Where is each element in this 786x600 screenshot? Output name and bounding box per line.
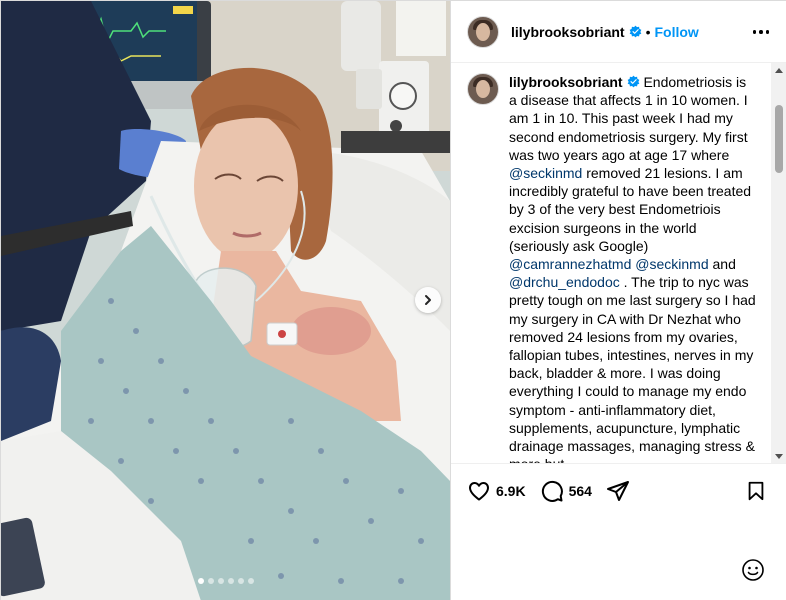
mention-link[interactable]: @seckinmd [635, 256, 708, 272]
caption-author-avatar[interactable] [467, 73, 499, 105]
carousel-dot [217, 578, 224, 584]
caption-body: . The trip to nyc was pretty tough on me… [509, 274, 756, 463]
carousel-dot [197, 578, 204, 584]
post-media[interactable] [1, 1, 450, 600]
follow-button[interactable]: Follow [654, 24, 698, 40]
comment-count[interactable]: 564 [569, 483, 592, 499]
post-header: lilybrooksobriant • Follow [451, 1, 786, 63]
verified-badge-icon [627, 75, 639, 88]
caption-body: and [708, 256, 736, 273]
caption-text: lilybrooksobriant Endometriosis is a dis… [509, 73, 757, 463]
carousel-dot [227, 578, 234, 584]
comment-icon [541, 480, 563, 502]
comment-button[interactable]: 564 [540, 479, 606, 503]
chevron-right-icon [425, 295, 431, 305]
next-slide-button[interactable] [415, 287, 441, 313]
scroll-down-arrow[interactable] [775, 454, 783, 459]
emoji-picker-button[interactable] [741, 558, 765, 587]
verified-badge-icon [629, 25, 641, 38]
mention-link[interactable]: @seckinmd [509, 165, 582, 181]
mention-link[interactable]: @drchu_endodoc [509, 274, 620, 290]
post-dialog: lilybrooksobriant • Follow lilybrooksobr… [0, 0, 786, 600]
carousel-dot [237, 578, 244, 584]
heart-icon [469, 482, 489, 501]
caption-username[interactable]: lilybrooksobriant [509, 74, 623, 90]
emoji-icon [742, 559, 764, 581]
author-username[interactable]: lilybrooksobriant [511, 24, 625, 40]
post-photo [1, 1, 450, 600]
post-caption: lilybrooksobriant Endometriosis is a dis… [467, 73, 757, 463]
share-icon [606, 481, 629, 501]
like-button[interactable]: 6.9K [467, 479, 540, 503]
mention-link[interactable]: @camrannezhatmd [509, 256, 631, 272]
carousel-dot [247, 578, 254, 584]
save-button[interactable] [745, 480, 767, 507]
scroll-thumb[interactable] [775, 105, 783, 173]
post-actions: 6.9K 564 [451, 465, 786, 517]
header-separator: • [645, 23, 651, 40]
carousel-dot [207, 578, 214, 584]
bookmark-icon [748, 481, 764, 501]
share-button[interactable] [606, 479, 630, 503]
post-side-panel: lilybrooksobriant • Follow lilybrooksobr… [450, 1, 786, 600]
carousel-indicator [1, 578, 450, 584]
like-count[interactable]: 6.9K [496, 483, 526, 499]
scroll-up-arrow[interactable] [775, 68, 783, 73]
more-options-icon[interactable] [749, 22, 773, 42]
comments-scroll-area[interactable]: lilybrooksobriant Endometriosis is a dis… [451, 63, 786, 464]
scrollbar[interactable] [771, 63, 786, 463]
author-avatar[interactable] [467, 15, 499, 48]
